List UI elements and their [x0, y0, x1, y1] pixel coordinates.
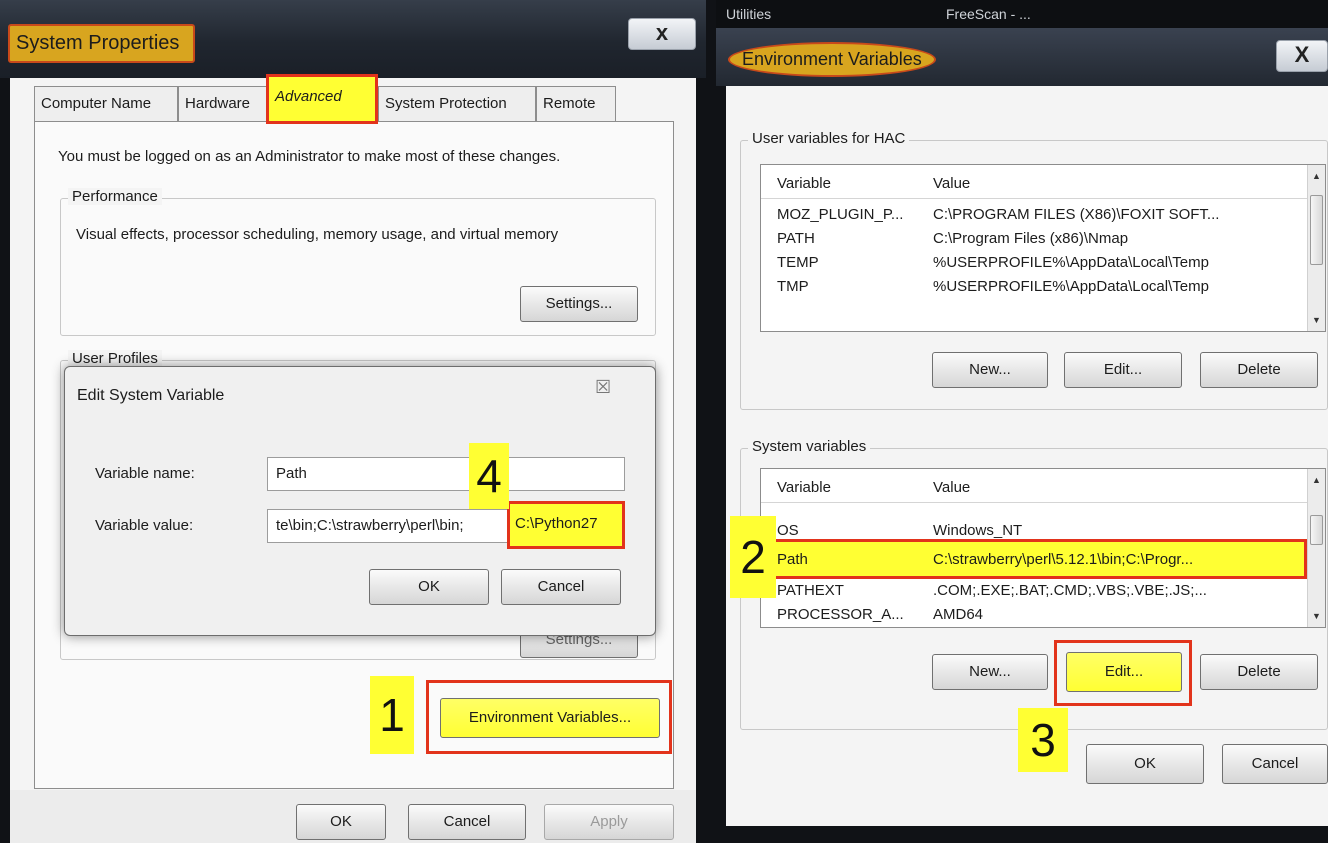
- variable-value-cell: .COM;.EXE;.BAT;.CMD;.VBS;.VBE;.JS;...: [933, 582, 1207, 599]
- column-header-variable[interactable]: Variable: [777, 175, 831, 192]
- variable-value-cell: C:\strawberry\perl\5.12.1\bin;C:\Progr..…: [933, 551, 1194, 568]
- admin-note: You must be logged on as an Administrato…: [58, 148, 561, 165]
- background-window-label: FreeScan - ...: [946, 6, 1031, 22]
- system-new-button[interactable]: New...: [932, 654, 1048, 690]
- environment-variables-titlebar: Environment Variables X: [716, 28, 1328, 86]
- scroll-down-icon[interactable]: ▼: [1308, 607, 1325, 625]
- user-variables-header: Variable Value: [761, 165, 1307, 199]
- variable-name-cell: Path: [777, 551, 808, 568]
- edit-dialog-ok-button[interactable]: OK: [369, 569, 489, 605]
- variable-name-cell: TEMP: [777, 254, 819, 271]
- system-variables-list[interactable]: Variable Value OS Windows_NT Path C:\str…: [760, 468, 1326, 628]
- variable-value-cell: C:\Program Files (x86)\Nmap: [933, 230, 1129, 247]
- user-edit-button[interactable]: Edit...: [1064, 352, 1182, 388]
- column-header-value[interactable]: Value: [933, 479, 970, 496]
- table-row-selected[interactable]: Path C:\strawberry\perl\5.12.1\bin;C:\Pr…: [761, 539, 1307, 579]
- variable-name-cell: PATH: [777, 230, 815, 247]
- step-4-marker: 4: [469, 443, 509, 509]
- variable-value-text: te\bin;C:\strawberry\perl\bin;: [276, 517, 464, 534]
- close-icon[interactable]: ☒: [595, 377, 611, 398]
- system-properties-titlebar: System Properties x: [0, 0, 706, 78]
- variable-name-label: Variable name:: [95, 465, 195, 482]
- scroll-down-icon[interactable]: ▼: [1308, 311, 1325, 329]
- cancel-button[interactable]: Cancel: [408, 804, 526, 840]
- variable-name-cell: PROCESSOR_A...: [777, 606, 904, 623]
- close-icon[interactable]: x: [628, 18, 696, 50]
- environment-variables-window: Utilities FreeScan - ... Environment Var…: [716, 0, 1328, 843]
- system-delete-button[interactable]: Delete: [1200, 654, 1318, 690]
- variable-value-cell: Windows_NT: [933, 522, 1023, 539]
- apply-button[interactable]: Apply: [544, 804, 674, 840]
- scroll-up-icon[interactable]: ▲: [1308, 167, 1325, 185]
- user-variables-scrollbar[interactable]: ▲ ▼: [1307, 165, 1325, 331]
- step-3-marker: 3: [1018, 708, 1068, 772]
- system-variables-scrollbar[interactable]: ▲ ▼: [1307, 469, 1325, 627]
- variable-name-field[interactable]: Path: [267, 457, 625, 491]
- column-header-value[interactable]: Value: [933, 175, 970, 192]
- system-variables-header: Variable Value: [761, 469, 1307, 503]
- scroll-up-icon[interactable]: ▲: [1308, 471, 1325, 489]
- system-edit-button[interactable]: Edit...: [1066, 652, 1182, 692]
- variable-value-cell: %USERPROFILE%\AppData\Local\Temp: [933, 278, 1209, 295]
- user-new-button[interactable]: New...: [932, 352, 1048, 388]
- user-variables-heading: User variables for HAC: [748, 130, 910, 147]
- environment-cancel-button[interactable]: Cancel: [1222, 744, 1328, 784]
- ok-button[interactable]: OK: [296, 804, 386, 840]
- environment-variables-title: Environment Variables: [728, 42, 936, 77]
- table-row[interactable]: TMP %USERPROFILE%\AppData\Local\Temp: [761, 275, 1307, 299]
- table-row[interactable]: PATH C:\Program Files (x86)\Nmap: [761, 227, 1307, 251]
- performance-heading: Performance: [68, 188, 162, 205]
- performance-settings-button[interactable]: Settings...: [520, 286, 638, 322]
- system-variables-heading: System variables: [748, 438, 871, 455]
- variable-value-highlighted-text: C:\Python27: [515, 515, 598, 532]
- variable-value-cell: AMD64: [933, 606, 984, 623]
- tab-hardware[interactable]: Hardware: [178, 86, 268, 122]
- variable-name-cell: PATHEXT: [777, 582, 844, 599]
- edit-system-variable-dialog: Edit System Variable ☒ Variable name: Pa…: [64, 366, 656, 636]
- user-profiles-heading: User Profiles: [68, 350, 162, 367]
- column-header-variable[interactable]: Variable: [777, 479, 831, 496]
- tab-remote[interactable]: Remote: [536, 86, 616, 122]
- edit-dialog-cancel-button[interactable]: Cancel: [501, 569, 621, 605]
- variable-name-cell: MOZ_PLUGIN_P...: [777, 206, 904, 223]
- environment-ok-button[interactable]: OK: [1086, 744, 1204, 784]
- tab-computer-name[interactable]: Computer Name: [34, 86, 178, 122]
- performance-description: Visual effects, processor scheduling, me…: [76, 226, 559, 243]
- edit-dialog-title: Edit System Variable: [77, 387, 225, 404]
- table-row[interactable]: PATHEXT .COM;.EXE;.BAT;.CMD;.VBS;.VBE;.J…: [761, 579, 1307, 603]
- variable-value-label: Variable value:: [95, 517, 194, 534]
- close-icon[interactable]: X: [1276, 40, 1328, 72]
- tab-system-protection[interactable]: System Protection: [378, 86, 536, 122]
- tab-advanced[interactable]: Advanced: [266, 74, 378, 124]
- variable-name-cell: OS: [777, 522, 799, 539]
- variable-name-cell: TMP: [777, 278, 809, 295]
- variable-value-cell: %USERPROFILE%\AppData\Local\Temp: [933, 254, 1209, 271]
- table-row[interactable]: MOZ_PLUGIN_P... C:\PROGRAM FILES (X86)\F…: [761, 203, 1307, 227]
- background-window-label: Utilities: [726, 6, 772, 22]
- table-row[interactable]: TEMP %USERPROFILE%\AppData\Local\Temp: [761, 251, 1307, 275]
- user-delete-button[interactable]: Delete: [1200, 352, 1318, 388]
- environment-variables-button[interactable]: Environment Variables...: [440, 698, 660, 738]
- step-1-marker: 1: [370, 676, 414, 754]
- step-2-marker: 2: [730, 516, 776, 598]
- table-row[interactable]: PROCESSOR_A... AMD64: [761, 603, 1307, 627]
- variable-value-cell: C:\PROGRAM FILES (X86)\FOXIT SOFT...: [933, 206, 1220, 223]
- user-variables-list[interactable]: Variable Value MOZ_PLUGIN_P... C:\PROGRA…: [760, 164, 1326, 332]
- system-properties-title: System Properties: [8, 24, 196, 63]
- scrollbar-thumb[interactable]: [1310, 515, 1323, 545]
- scrollbar-thumb[interactable]: [1310, 195, 1323, 265]
